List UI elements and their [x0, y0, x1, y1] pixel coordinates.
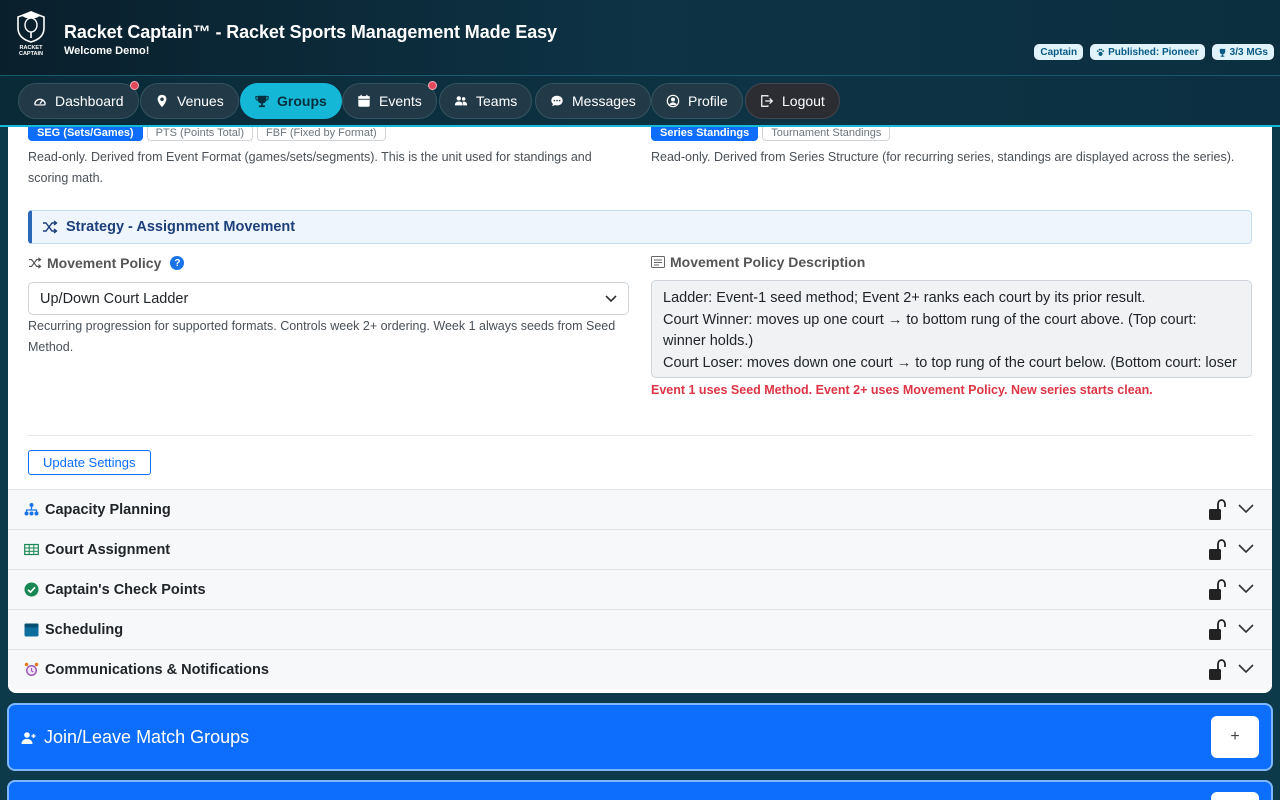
shuffle-icon	[29, 257, 42, 269]
trophy-icon	[255, 95, 269, 108]
shuffle-icon	[43, 220, 58, 234]
section-scheduling[interactable]: Scheduling	[8, 609, 1272, 649]
calendar-icon	[24, 623, 39, 637]
welcome-text: Welcome Demo!	[64, 45, 150, 57]
notification-dot	[129, 81, 139, 90]
strategy-title: Strategy - Assignment Movement	[66, 219, 296, 235]
movement-policy-label: Movement Policy ?	[28, 255, 185, 271]
unlock-icon[interactable]	[1208, 659, 1226, 681]
svg-text:CAPTAIN: CAPTAIN	[19, 51, 43, 56]
description-line: Court Loser: moves down one court → to t…	[663, 354, 1237, 371]
trophy-icon	[1219, 48, 1225, 57]
section-captains-check-points[interactable]: Captain's Check Points	[8, 569, 1272, 609]
expand-button-next[interactable]	[1211, 792, 1259, 800]
alarm-clock-icon	[24, 662, 39, 676]
help-icon[interactable]: ?	[170, 256, 185, 270]
notification-dot	[427, 81, 437, 90]
gauge-icon	[34, 98, 46, 106]
check-circle-icon	[24, 582, 39, 597]
logout-icon	[761, 95, 774, 107]
standings-option-tournament: Tournament Standings	[762, 127, 891, 141]
standings-options: Series Standings Tournament Standings	[651, 127, 894, 141]
section-communications-notifications[interactable]: Communications & Notifications	[8, 649, 1272, 689]
chevron-down-icon	[605, 294, 617, 302]
paw-icon	[1096, 48, 1105, 56]
role-badge: Captain	[1034, 44, 1084, 60]
nav-venues[interactable]: Venues	[140, 83, 239, 119]
grid-icon	[24, 543, 39, 556]
movement-description-box[interactable]: Ladder: Event-1 seed method; Event 2+ ra…	[651, 280, 1252, 378]
chevron-down-icon[interactable]	[1238, 584, 1254, 594]
movement-policy-help: Recurring progression for supported form…	[28, 319, 616, 354]
main-nav: Dashboard Venues Groups Events Teams Mes…	[0, 75, 1280, 127]
nav-messages[interactable]: Messages	[535, 83, 651, 119]
movement-warning: Event 1 uses Seed Method. Event 2+ uses …	[651, 383, 1153, 397]
expand-button[interactable]: +	[1211, 716, 1259, 758]
description-line: Ladder: Event-1 seed method; Event 2+ ra…	[663, 290, 1146, 306]
description-line: Court Winner: moves up one court → to bo…	[663, 311, 1197, 350]
nav-profile[interactable]: Profile	[651, 83, 743, 119]
scoring-help: Read-only. Derived from Event Format (ga…	[28, 150, 592, 185]
scoring-option-fbf: FBF (Fixed by Format)	[257, 127, 386, 141]
update-settings-button[interactable]: Update Settings	[28, 450, 151, 475]
section-court-assignment[interactable]: Court Assignment	[8, 529, 1272, 569]
chevron-down-icon[interactable]	[1238, 624, 1254, 634]
person-add-icon	[21, 731, 36, 744]
movement-description-label: Movement Policy Description	[651, 254, 865, 270]
standings-option-series: Series Standings	[651, 127, 759, 141]
scoring-option-pts: PTS (Points Total)	[146, 127, 254, 141]
chevron-down-icon[interactable]	[1238, 504, 1254, 514]
join-leave-title: Join/Leave Match Groups	[21, 727, 249, 748]
people-icon	[454, 96, 468, 106]
standings-help: Read-only. Derived from Series Structure…	[651, 150, 1235, 164]
unlock-icon[interactable]	[1208, 539, 1226, 561]
racket-captain-logo[interactable]: RACKET CAPTAIN	[12, 10, 50, 56]
nav-events[interactable]: Events	[342, 81, 437, 119]
group-settings-card: SEG (Sets/Games) PTS (Points Total) FBF (F…	[8, 127, 1272, 693]
next-panel[interactable]	[7, 780, 1273, 800]
divider	[28, 435, 1252, 436]
movement-policy-select[interactable]: Up/Down Court Ladder	[28, 282, 629, 315]
scoring-unit-options: SEG (Sets/Games) PTS (Points Total) FBF (F…	[28, 127, 390, 141]
nav-logout[interactable]: Logout	[745, 83, 840, 119]
app-title: Racket Captain™ - Racket Sports Manageme…	[64, 22, 557, 42]
strategy-heading: Strategy - Assignment Movement	[28, 210, 1252, 244]
unlock-icon[interactable]	[1208, 619, 1226, 641]
nav-groups[interactable]: Groups	[240, 83, 342, 119]
match-groups-badge: 3/3 MGs	[1211, 44, 1274, 60]
join-leave-panel[interactable]: Join/Leave Match Groups +	[7, 703, 1273, 771]
map-pin-icon	[157, 94, 167, 108]
nav-dashboard[interactable]: Dashboard	[18, 81, 139, 119]
chevron-down-icon[interactable]	[1238, 544, 1254, 554]
unlock-icon[interactable]	[1208, 499, 1226, 521]
scoring-option-seg: SEG (Sets/Games)	[28, 127, 143, 141]
calendar-icon	[358, 94, 370, 107]
chat-icon	[551, 95, 563, 107]
chevron-down-icon[interactable]	[1238, 664, 1254, 674]
app-header: RACKET CAPTAIN Racket Captain™ - Racket …	[0, 0, 1280, 75]
section-capacity-planning[interactable]: Capacity Planning	[8, 489, 1272, 529]
person-circle-icon	[666, 94, 680, 108]
sitemap-icon	[24, 503, 39, 516]
header-badges: Captain Published: Pioneer 3/3 MGs	[1034, 44, 1274, 60]
published-badge: Published: Pioneer	[1090, 44, 1205, 60]
nav-teams[interactable]: Teams	[439, 83, 533, 119]
text-lines-icon	[651, 256, 665, 268]
unlock-icon[interactable]	[1208, 579, 1226, 601]
